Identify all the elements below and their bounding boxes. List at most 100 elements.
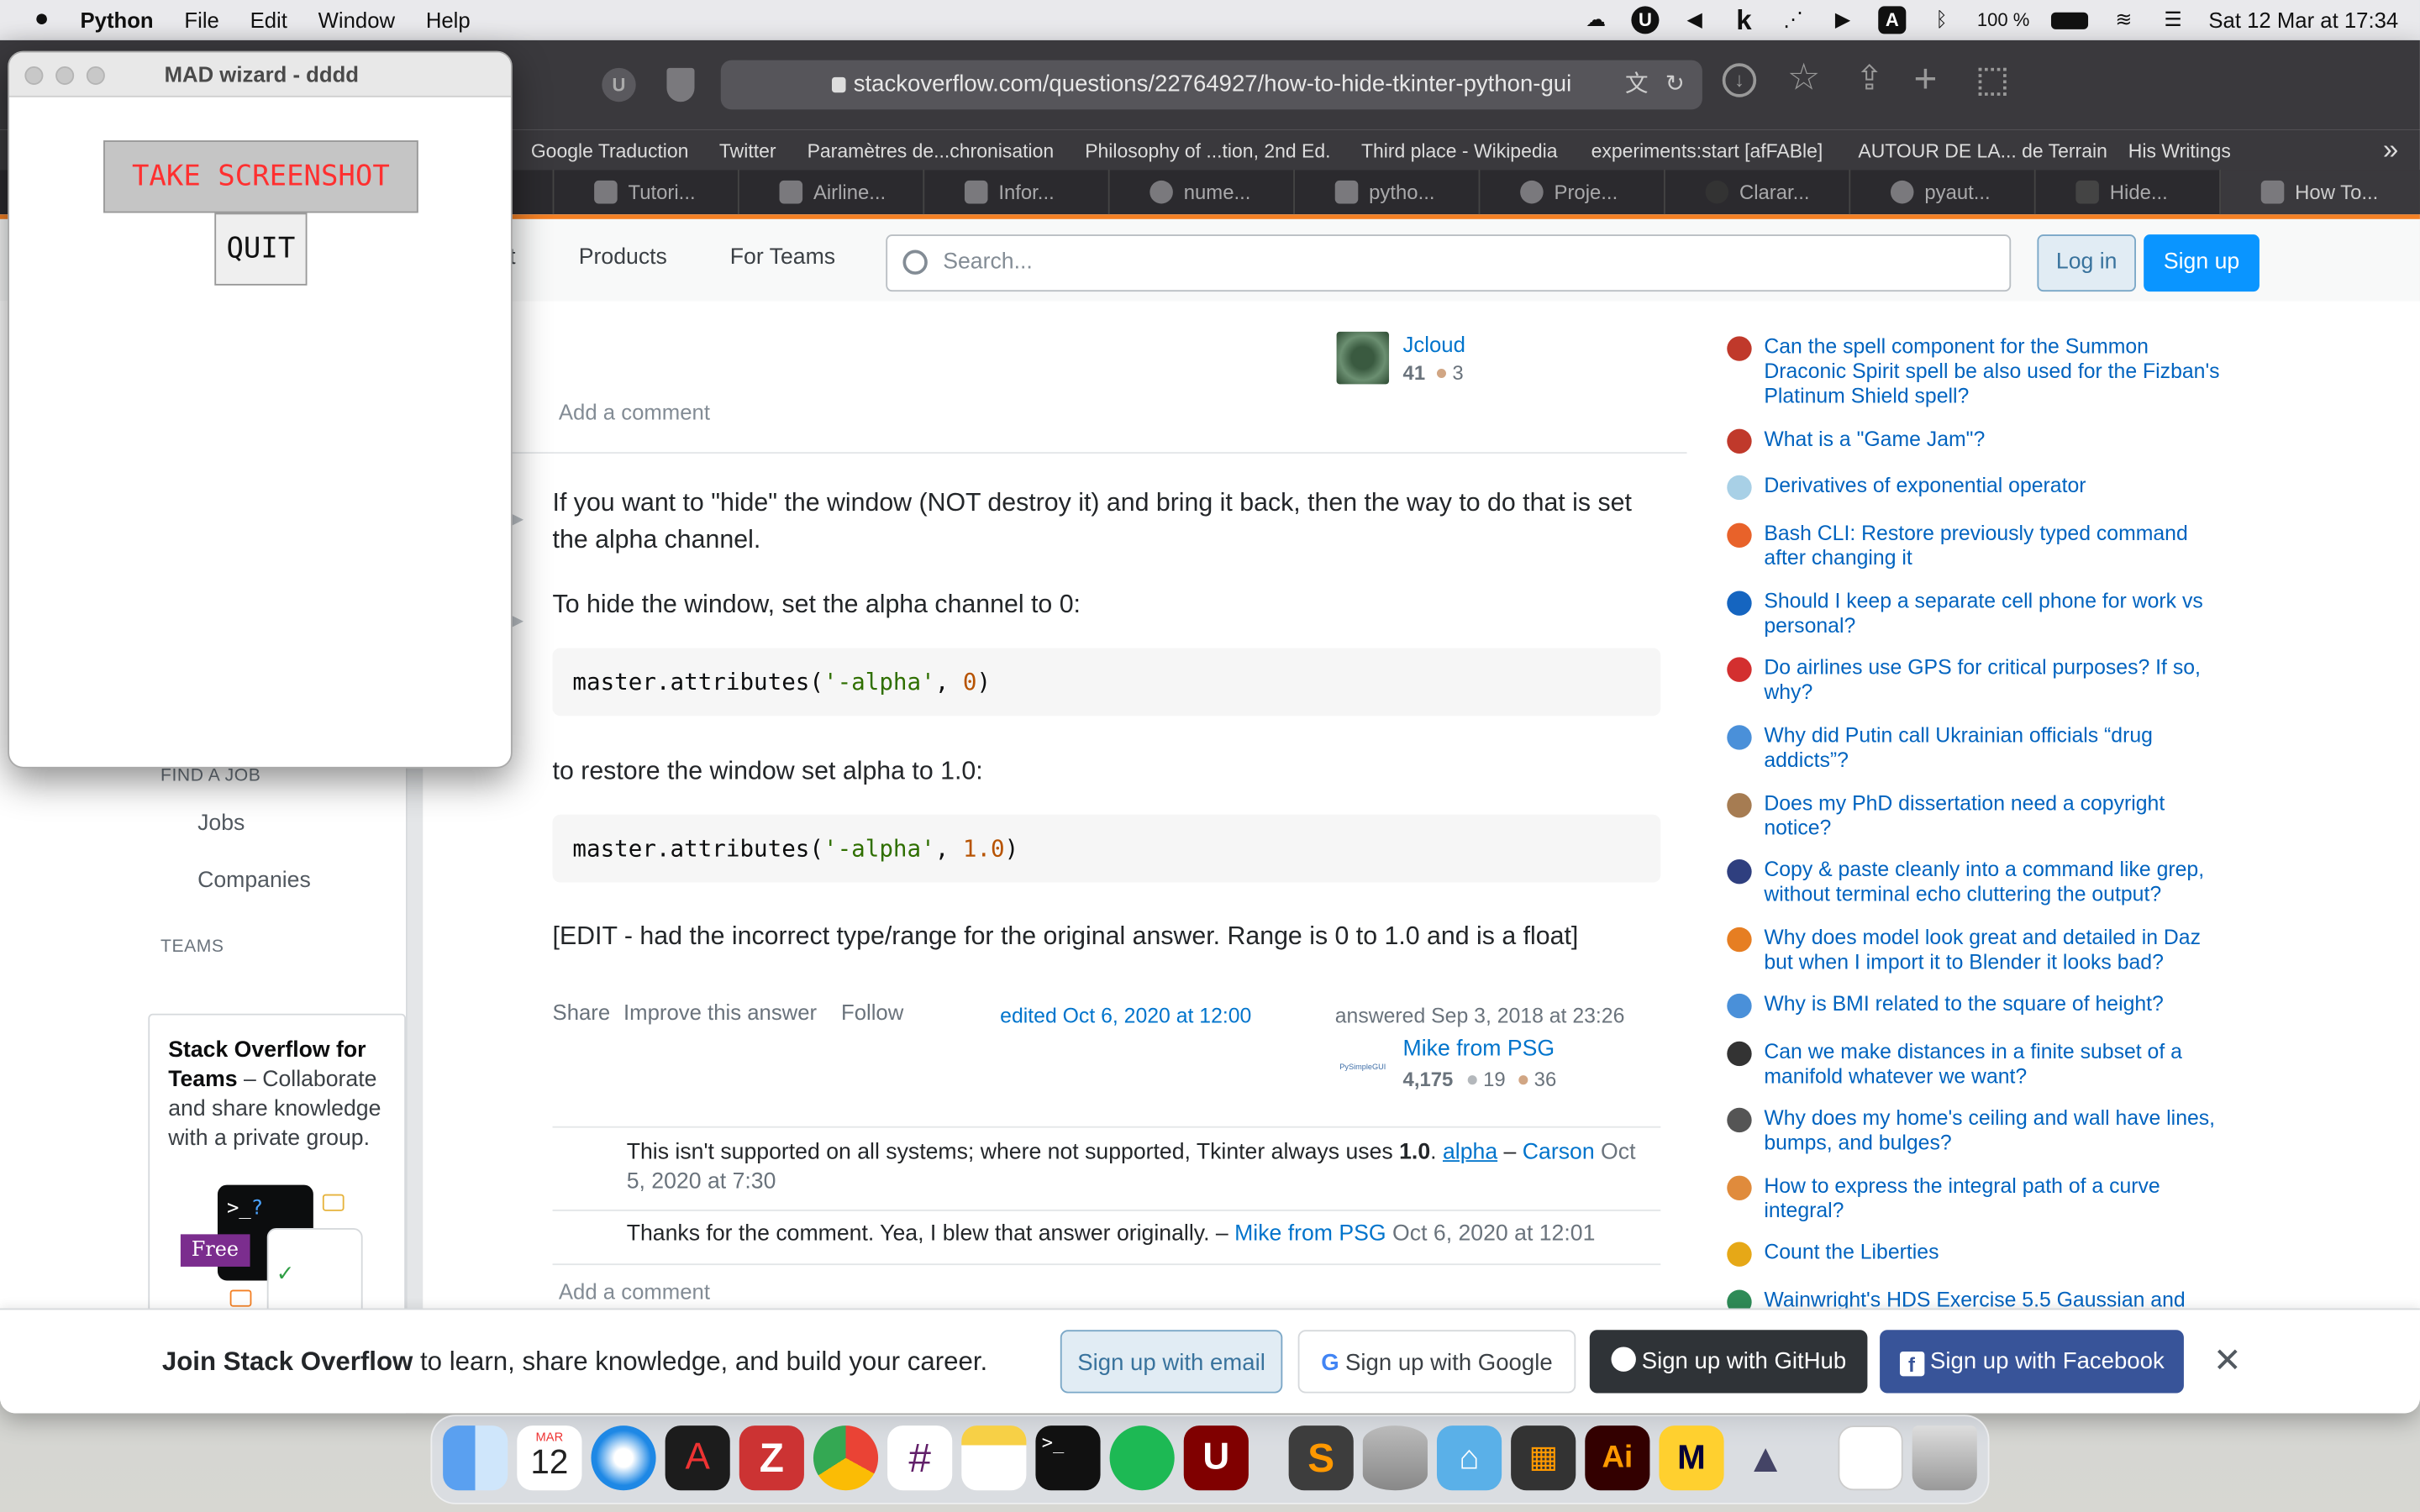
safari-icon[interactable] <box>591 1425 656 1491</box>
play-icon[interactable]: ▶ <box>1828 6 1856 34</box>
hot-question-link[interactable]: Does my PhD dissertation need a copyrigh… <box>1764 791 2227 841</box>
hot-question-link[interactable]: Derivatives of exponential operator <box>1764 474 2227 498</box>
comment-user[interactable]: Carson <box>1523 1140 1595 1164</box>
trash-icon[interactable] <box>1912 1425 1977 1491</box>
slack-icon[interactable]: # <box>887 1425 953 1491</box>
control-center-icon[interactable]: ☰ <box>2160 6 2187 34</box>
tk-titlebar[interactable]: MAD wizard - dddd <box>9 52 511 97</box>
hot-question-link[interactable]: Do airlines use GPS for critical purpose… <box>1764 656 2227 706</box>
search-input[interactable]: Search... <box>886 234 2012 292</box>
activity-icon[interactable]: ⋰ <box>1780 6 1807 34</box>
signup-email-button[interactable]: Sign up with email <box>1060 1330 1283 1394</box>
sublime-icon[interactable]: S <box>1288 1425 1354 1491</box>
terminal-icon[interactable]: >_ <box>1035 1425 1101 1491</box>
hot-question-link[interactable]: How to express the integral path of a cu… <box>1764 1174 2227 1224</box>
tab-item[interactable]: Airline... <box>737 170 923 215</box>
answer-user-name[interactable]: Mike from PSG <box>1403 1037 1555 1061</box>
add-comment-link[interactable]: Add a comment <box>559 1279 710 1304</box>
privacy-shield-icon[interactable] <box>666 67 695 102</box>
comment-date[interactable]: Oct 6, 2020 at 12:01 <box>1392 1222 1595 1247</box>
signup-button[interactable]: Sign up <box>2144 234 2260 292</box>
share-icon[interactable]: ⇪ <box>1855 59 1884 99</box>
hot-question-link[interactable]: Can we make distances in a finite subset… <box>1764 1040 2227 1089</box>
ublock-toolbar-icon[interactable]: U <box>602 67 636 102</box>
login-button[interactable]: Log in <box>2037 234 2136 292</box>
tab-item[interactable]: pyaut... <box>1849 170 2033 215</box>
battery-icon[interactable] <box>2051 11 2089 29</box>
hot-question-link[interactable]: Why does my home's ceiling and wall have… <box>1764 1106 2227 1156</box>
bookmark-item[interactable]: Twitter <box>719 140 776 162</box>
clock[interactable]: Sat 12 Mar at 17:34 <box>2208 8 2398 32</box>
improve-answer-link[interactable]: Improve this answer <box>623 1000 817 1024</box>
sidebar-item-companies[interactable]: Companies <box>197 869 311 893</box>
edited-timestamp[interactable]: edited Oct 6, 2020 at 12:00 <box>1000 1005 1251 1028</box>
calendar-icon[interactable]: MAR 12 <box>517 1425 582 1491</box>
answer-user-avatar[interactable]: PySimpleGUI <box>1336 1041 1390 1095</box>
chrome-icon[interactable] <box>813 1425 879 1491</box>
zoom-window-button[interactable] <box>86 66 105 86</box>
zotero-icon[interactable]: Z <box>739 1425 804 1491</box>
bookmark-item[interactable]: AUTOUR DE LA... de Terrain <box>1858 140 2107 162</box>
hot-question-link[interactable]: Should I keep a separate cell phone for … <box>1764 590 2227 639</box>
comment-tag-link[interactable]: alpha <box>1443 1140 1497 1164</box>
hot-question-link[interactable]: Copy & paste cleanly into a command like… <box>1764 858 2227 907</box>
rocket-icon[interactable]: ▲ <box>1733 1425 1798 1490</box>
quit-button[interactable]: QUIT <box>214 213 308 286</box>
acrobat-icon[interactable]: A <box>665 1425 730 1491</box>
new-tab-icon[interactable]: + <box>1914 55 1938 103</box>
bluetooth-icon[interactable]: ᛒ <box>1928 6 1955 34</box>
hot-question-link[interactable]: Why did Putin call Ukrainian officials “… <box>1764 723 2227 773</box>
spotify-icon[interactable] <box>1109 1425 1175 1491</box>
tab-item[interactable]: nume... <box>1107 170 1293 215</box>
document-icon[interactable] <box>1838 1425 1903 1491</box>
notes-icon[interactable] <box>961 1425 1027 1491</box>
ublock-app-icon[interactable]: U <box>1183 1425 1249 1491</box>
nav-for-teams[interactable]: For Teams <box>730 245 835 270</box>
nav-products[interactable]: Products <box>579 245 667 270</box>
volume-icon[interactable]: ◀ <box>1681 6 1708 34</box>
tab-overview-icon[interactable] <box>1978 67 2007 96</box>
prev-user-name[interactable]: Jcloud <box>1403 332 1465 356</box>
menu-edit[interactable]: Edit <box>250 8 287 32</box>
menu-file[interactable]: File <box>184 8 218 32</box>
tab-item[interactable]: Clarar... <box>1663 170 1849 215</box>
bookmark-item[interactable]: His Writings <box>2128 140 2231 162</box>
miro-icon[interactable]: M <box>1659 1425 1724 1491</box>
tab-item[interactable]: pytho... <box>1293 170 1478 215</box>
hot-question-link[interactable]: Can the spell component for the Summon D… <box>1764 335 2227 409</box>
menu-app-python[interactable]: Python <box>81 8 154 32</box>
finder-icon[interactable] <box>443 1425 508 1491</box>
minimize-window-button[interactable] <box>55 66 75 86</box>
signup-facebook-button[interactable]: f Sign up with Facebook <box>1880 1330 2184 1394</box>
bookmark-star-icon[interactable]: ☆ <box>1787 55 1821 100</box>
hot-question-link[interactable]: Count the Liberties <box>1764 1241 2227 1265</box>
hot-question-link[interactable]: Bash CLI: Restore previously typed comma… <box>1764 522 2227 571</box>
reload-icon[interactable]: ↻ <box>1665 60 1685 110</box>
hot-question-link[interactable]: Why is BMI related to the square of heig… <box>1764 992 2227 1016</box>
bookmark-item[interactable]: Google Traduction <box>531 140 689 162</box>
tab-item[interactable]: Infor... <box>923 170 1107 215</box>
follow-link[interactable]: Follow <box>841 1000 903 1024</box>
apple-icon[interactable]: ● <box>28 6 55 34</box>
menu-window[interactable]: Window <box>318 8 395 32</box>
prev-user-avatar[interactable] <box>1336 331 1390 385</box>
add-comment-link[interactable]: Add a comment <box>559 400 710 424</box>
ublock-icon[interactable]: U <box>1631 6 1660 34</box>
home-icon[interactable]: ⌂ <box>1436 1425 1502 1491</box>
tab-item[interactable]: Tutori... <box>552 170 738 215</box>
creative-cloud-icon[interactable]: ☁ <box>1582 6 1610 34</box>
address-bar[interactable]: stackoverflow.com/questions/22764927/how… <box>720 60 1702 110</box>
bookmark-item[interactable]: Philosophy of ...tion, 2nd Ed. <box>1085 140 1330 162</box>
wifi-icon[interactable]: ≋ <box>2110 6 2138 34</box>
comment-user[interactable]: Mike from PSG <box>1234 1222 1386 1247</box>
tab-item-active[interactable]: How To... <box>2219 170 2420 215</box>
close-window-button[interactable] <box>24 66 44 86</box>
bookmark-item[interactable]: Paramètres de...chronisation <box>808 140 1055 162</box>
download-icon[interactable]: ↓ <box>1722 63 1757 97</box>
bookmarks-overflow-icon[interactable]: » <box>2383 134 2398 167</box>
tab-item[interactable]: Hide... <box>2033 170 2219 215</box>
tab-item[interactable]: Proje... <box>1478 170 1664 215</box>
share-link[interactable]: Share <box>553 1000 611 1024</box>
hot-question-link[interactable]: What is a "Game Jam"? <box>1764 428 2227 452</box>
input-source-icon[interactable]: A <box>1878 6 1907 34</box>
